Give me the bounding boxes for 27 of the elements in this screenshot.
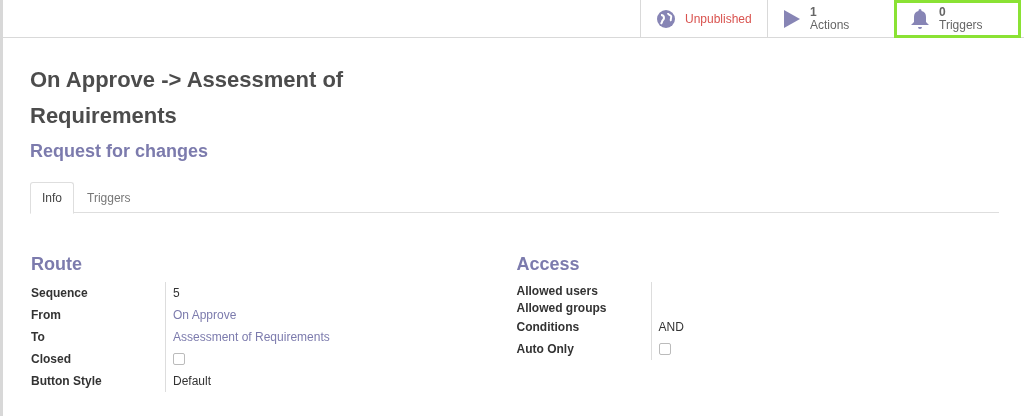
field-label: Conditions (516, 319, 581, 336)
field-label: Sequence (31, 285, 89, 302)
tab[interactable]: Triggers (74, 182, 144, 213)
checkbox[interactable] (658, 343, 671, 355)
play-icon (784, 10, 800, 28)
checkbox[interactable] (173, 353, 185, 365)
stat-button[interactable]: 1 Actions (767, 0, 894, 38)
field-link[interactable]: Assessment of Requirements (173, 328, 330, 346)
field-label: Button Style (31, 373, 103, 390)
field-label: To (31, 329, 46, 346)
section-heading: Access (516, 253, 580, 275)
stat-button[interactable]: 0 Triggers (894, 0, 1021, 38)
record-title: On Approve -> Assessment of Requirements (30, 66, 345, 130)
field-label: Auto Only (516, 341, 575, 358)
field-label: Allowed groups (516, 300, 608, 317)
field-label: Closed (31, 351, 72, 368)
tab[interactable]: Info (30, 182, 74, 214)
field-value: Default (173, 373, 212, 390)
publish-button[interactable]: Unpublished (640, 0, 767, 38)
field-value: 5 (173, 285, 180, 302)
field-label: Allowed users (516, 283, 599, 300)
field-value: AND (658, 319, 684, 336)
record-subtitle: Request for changes (30, 140, 210, 163)
field-label: From (31, 307, 62, 324)
field-link[interactable]: On Approve (173, 306, 237, 324)
section-heading: Route (31, 253, 82, 275)
bell-icon (911, 9, 929, 29)
